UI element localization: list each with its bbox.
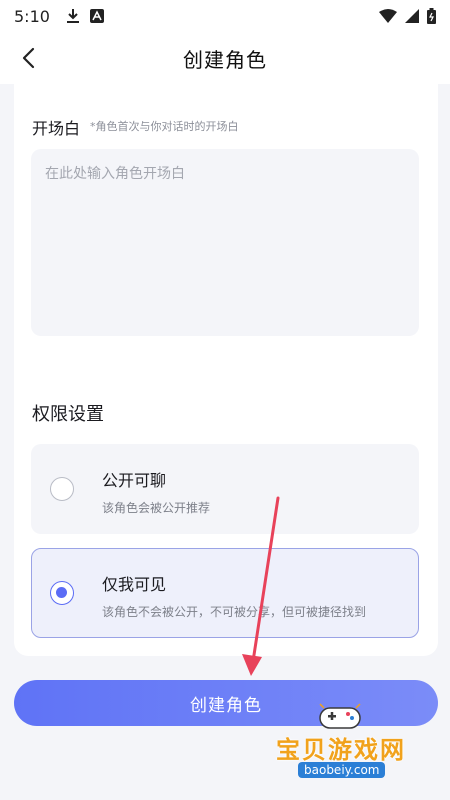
app-notification-icon: [89, 9, 104, 23]
option-public-chat[interactable]: 公开可聊 该角色会被公开推荐: [31, 444, 419, 534]
status-time: 5:10: [14, 6, 50, 26]
battery-icon: [427, 8, 436, 24]
download-icon: [66, 9, 79, 23]
option-private-only[interactable]: 仅我可见 该角色不会被公开，不可被分享，但可被捷径找到: [31, 548, 419, 638]
gamepad-icon: [319, 703, 361, 729]
opening-input[interactable]: [31, 149, 419, 336]
page-title: 创建角色: [183, 47, 267, 72]
watermark-text: 宝贝游戏网: [276, 736, 406, 764]
option-public-label: 公开可聊: [102, 471, 167, 490]
chevron-left-icon: [22, 47, 35, 69]
opening-title: 开场白: [32, 119, 81, 138]
signal-icon: [405, 9, 419, 23]
option-private-label: 仅我可见: [102, 575, 167, 594]
option-private-desc: 该角色不会被公开，不可被分享，但可被捷径找到: [102, 605, 367, 619]
status-bar: 5:10: [0, 0, 450, 32]
watermark-url: baobeiy.com: [298, 762, 386, 778]
radio-public[interactable]: [50, 477, 74, 501]
permission-card: 权限设置 公开可聊 该角色会被公开推荐 仅我可见 该角色不会被公开，不可被分享，…: [14, 376, 438, 656]
permission-title: 权限设置: [32, 404, 104, 425]
option-public-desc: 该角色会被公开推荐: [102, 501, 211, 515]
wifi-icon: [379, 9, 397, 23]
watermark-logo: 宝贝游戏网 baobeiy.com: [268, 700, 428, 792]
radio-private[interactable]: [50, 581, 74, 605]
opening-hint: *角色首次与你对话时的开场白: [90, 120, 239, 133]
content-area: 开场白 *角色首次与你对话时的开场白 权限设置 公开可聊 该角色会被公开推荐 仅…: [0, 70, 450, 800]
